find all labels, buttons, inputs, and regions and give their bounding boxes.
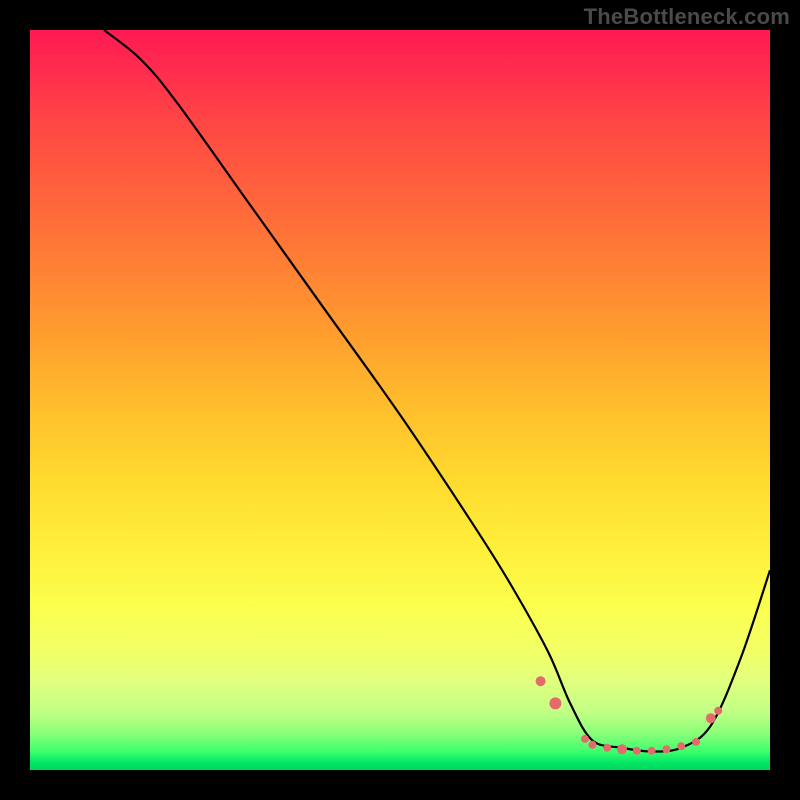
marker-dot [662, 745, 670, 753]
bottleneck-curve-path [104, 30, 770, 752]
chart-frame: TheBottleneck.com [0, 0, 800, 800]
marker-dot [581, 735, 589, 743]
marker-dot [648, 747, 656, 755]
marker-dot [714, 707, 722, 715]
marker-dot [617, 744, 627, 754]
marker-dot [588, 741, 596, 749]
marker-dot [692, 738, 700, 746]
watermark-text: TheBottleneck.com [584, 4, 790, 30]
chart-svg [30, 30, 770, 770]
plot-area [30, 30, 770, 770]
marker-dot [633, 747, 641, 755]
marker-dot [706, 713, 716, 723]
marker-dot [536, 676, 546, 686]
marker-dot [603, 744, 611, 752]
marker-dot [677, 742, 685, 750]
marker-dot [549, 697, 561, 709]
